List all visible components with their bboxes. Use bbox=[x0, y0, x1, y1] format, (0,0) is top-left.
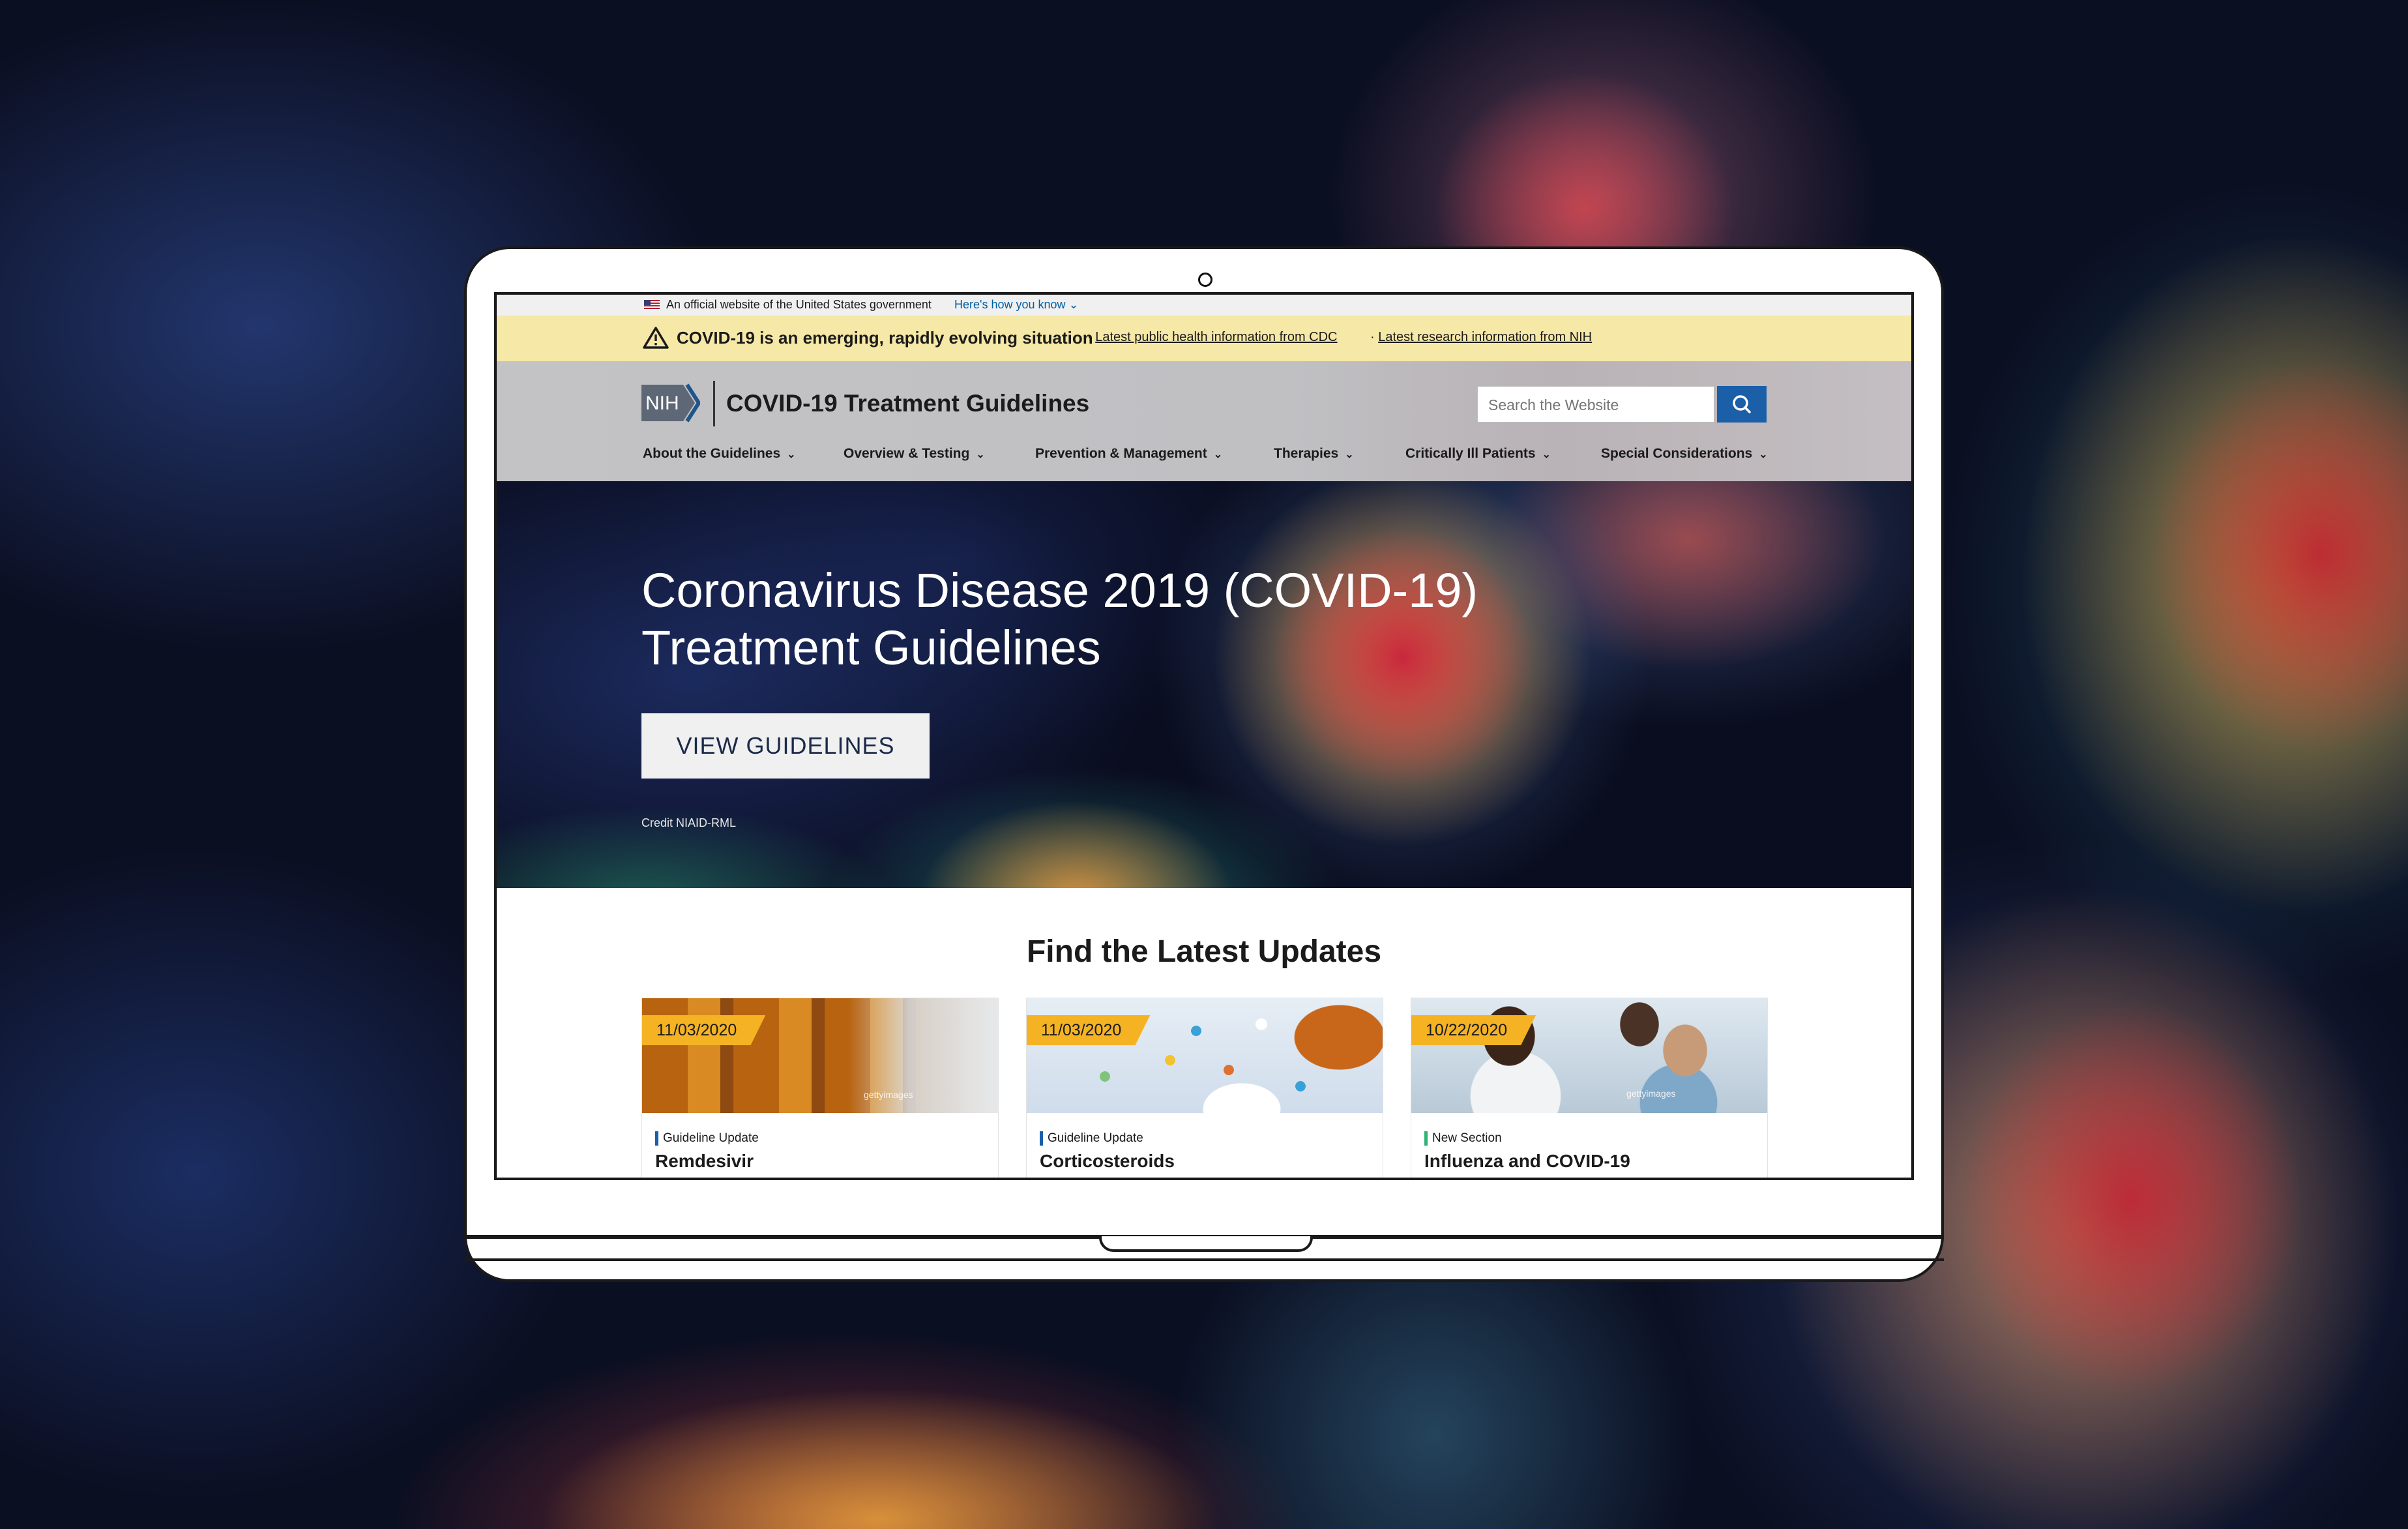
nav-therapies-label[interactable]: Therapies bbox=[1274, 446, 1338, 461]
card-tag-label: Guideline Update bbox=[1048, 1131, 1143, 1145]
nih-research-link-label[interactable]: Latest research information from NIH bbox=[1378, 330, 1592, 344]
nav-overview-testing[interactable]: Overview & Testing ⌄ bbox=[844, 446, 985, 462]
heres-how-you-know-label[interactable]: Here's how you know bbox=[954, 298, 1066, 311]
logo-divider bbox=[713, 381, 715, 426]
card-tag-label: New Section bbox=[1432, 1131, 1502, 1145]
chevron-down-icon: ⌄ bbox=[976, 449, 985, 460]
update-card-corticosteroids[interactable]: 11/03/2020 Guideline Update Corticostero… bbox=[1026, 998, 1383, 1178]
nih-logo-text: NIH bbox=[645, 393, 679, 414]
cdc-info-link[interactable]: · Latest public health information from … bbox=[1087, 330, 1338, 345]
search-button[interactable] bbox=[1717, 386, 1767, 423]
nav-special-considerations-label[interactable]: Special Considerations bbox=[1601, 446, 1752, 461]
chevron-down-icon: ⌄ bbox=[787, 449, 796, 460]
update-card-remdesivir[interactable]: gettyimages 11/03/2020 Guideline Update … bbox=[641, 998, 999, 1178]
card-title[interactable]: Remdesivir bbox=[655, 1151, 754, 1172]
nav-critically-ill-patients[interactable]: Critically Ill Patients ⌄ bbox=[1405, 446, 1551, 462]
nav-about-guidelines[interactable]: About the Guidelines ⌄ bbox=[643, 446, 796, 462]
card-title[interactable]: Influenza and COVID-19 bbox=[1424, 1151, 1630, 1172]
card-date: 10/22/2020 bbox=[1411, 1015, 1536, 1045]
card-tag: Guideline Update bbox=[655, 1131, 759, 1146]
laptop-base-edge bbox=[464, 1258, 1944, 1261]
alert-title: COVID-19 is an emerging, rapidly evolvin… bbox=[677, 328, 1093, 348]
us-flag-icon bbox=[644, 300, 660, 310]
webpage: An official website of the United States… bbox=[497, 295, 1911, 1178]
view-guidelines-button[interactable]: VIEW GUIDELINES bbox=[641, 713, 930, 779]
nih-logo[interactable]: NIH bbox=[641, 383, 700, 423]
image-watermark: gettyimages bbox=[1626, 1088, 1676, 1099]
hero-title-line1: Coronavirus Disease 2019 (COVID-19) bbox=[641, 563, 1478, 617]
site-title[interactable]: COVID-19 Treatment Guidelines bbox=[726, 390, 1089, 417]
nav-overview-testing-label[interactable]: Overview & Testing bbox=[844, 446, 969, 461]
update-card-influenza[interactable]: gettyimages 10/22/2020 New Section Influ… bbox=[1411, 998, 1768, 1178]
chevron-down-icon: ⌄ bbox=[1213, 449, 1223, 460]
chevron-down-icon: ⌄ bbox=[1345, 449, 1354, 460]
card-title[interactable]: Corticosteroids bbox=[1040, 1151, 1175, 1172]
image-credit: Credit NIAID-RML bbox=[641, 816, 737, 829]
chevron-down-icon: ⌄ bbox=[1068, 298, 1079, 311]
search-box bbox=[1477, 386, 1714, 423]
laptop-notch bbox=[1099, 1236, 1313, 1252]
chevron-down-icon: ⌄ bbox=[1759, 449, 1768, 460]
card-date: 11/03/2020 bbox=[1027, 1015, 1151, 1045]
site-header: NIH COVID-19 Treatment Guidelines About … bbox=[497, 361, 1911, 481]
card-tag: Guideline Update bbox=[1040, 1131, 1143, 1146]
nav-critically-ill-patients-label[interactable]: Critically Ill Patients bbox=[1405, 446, 1536, 461]
hero-title: Coronavirus Disease 2019 (COVID-19) Trea… bbox=[641, 562, 1489, 677]
gov-banner-text: An official website of the United States… bbox=[666, 298, 932, 311]
gov-banner: An official website of the United States… bbox=[497, 295, 1911, 316]
nav-therapies[interactable]: Therapies ⌄ bbox=[1274, 446, 1354, 462]
nav-prevention-management[interactable]: Prevention & Management ⌄ bbox=[1035, 446, 1222, 462]
warning-icon bbox=[643, 327, 669, 349]
card-date: 11/03/2020 bbox=[642, 1015, 766, 1045]
nav-about-guidelines-label[interactable]: About the Guidelines bbox=[643, 446, 780, 461]
hero-title-line2: Treatment Guidelines bbox=[641, 621, 1101, 675]
tag-bar bbox=[1424, 1131, 1428, 1146]
tag-bar bbox=[1040, 1131, 1043, 1146]
nav-prevention-management-label[interactable]: Prevention & Management bbox=[1035, 446, 1207, 461]
hero-banner: Coronavirus Disease 2019 (COVID-19) Trea… bbox=[497, 481, 1911, 888]
nav-special-considerations[interactable]: Special Considerations ⌄ bbox=[1601, 446, 1768, 462]
cdc-info-link-label[interactable]: Latest public health information from CD… bbox=[1095, 330, 1337, 344]
card-tag: New Section bbox=[1424, 1131, 1502, 1146]
updates-heading: Find the Latest Updates bbox=[1026, 934, 1382, 969]
tag-bar bbox=[655, 1131, 658, 1146]
search-icon bbox=[1733, 395, 1751, 413]
screen: An official website of the United States… bbox=[494, 292, 1914, 1180]
image-watermark: gettyimages bbox=[864, 1090, 913, 1100]
camera-icon bbox=[1198, 273, 1212, 287]
search-input[interactable] bbox=[1487, 388, 1711, 422]
nih-research-link[interactable]: · Latest research information from NIH bbox=[1370, 330, 1592, 345]
covid-alert-banner: COVID-19 is an emerging, rapidly evolvin… bbox=[497, 316, 1911, 361]
heres-how-you-know-link[interactable]: Here's how you know ⌄ bbox=[954, 298, 1079, 312]
card-tag-label: Guideline Update bbox=[663, 1131, 759, 1145]
chevron-down-icon: ⌄ bbox=[1542, 449, 1551, 460]
